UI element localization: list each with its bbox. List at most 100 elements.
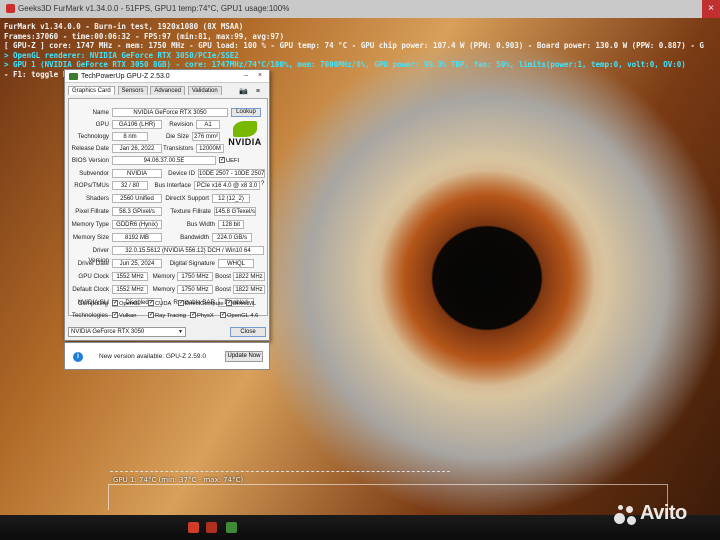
directml-checkbox[interactable]: ✓DirectML: [226, 299, 256, 309]
ray-tracing-label: Ray Tracing: [155, 313, 186, 319]
directx-label: DirectX Support: [165, 195, 209, 202]
tab-validation[interactable]: Validation: [187, 86, 222, 95]
bus-interface-value: PCIe x16 4.0 @ x8 3.0: [194, 181, 260, 190]
default-clock-boost-value: 1822 MHz: [233, 285, 265, 294]
driver-date-value: Jun 25, 2024: [112, 259, 162, 268]
checkbox-checked-icon: ✓: [178, 300, 185, 307]
pixel-fillrate-value: 58.3 GPixel/s: [112, 207, 162, 216]
physx-checkbox[interactable]: ✓PhysX: [190, 311, 214, 321]
uefi-label: UEFI: [226, 158, 240, 164]
vulkan-checkbox[interactable]: ✓Vulkan: [112, 311, 137, 321]
features-panel: Computing ✓OpenCL ✓CUDA ✓DirectCompute ✓…: [68, 296, 268, 324]
default-clock-label: Default Clock: [72, 286, 109, 293]
device-id-value: 10DE 2507 - 10DE 2507: [198, 169, 265, 178]
ray-tracing-checkbox[interactable]: ✓Ray Tracing: [148, 311, 186, 321]
furmark-titlebar[interactable]: Geeks3D FurMark v1.34.0.0 - 51FPS, GPU1 …: [0, 0, 720, 18]
directcompute-checkbox[interactable]: ✓DirectCompute: [178, 299, 224, 309]
bios-version-label: BIOS Version: [71, 157, 109, 164]
physx-label: PhysX: [197, 313, 214, 319]
directml-label: DirectML: [233, 301, 257, 307]
overlay-line: [ GPU-Z ] core: 1747 MHz - mem: 1750 MHz…: [4, 41, 704, 50]
tab-sensors[interactable]: Sensors: [117, 86, 148, 95]
checkbox-checked-icon: ✓: [220, 312, 227, 319]
gpu-clock-memory-label: Memory: [152, 273, 175, 280]
window-controls[interactable]: – ×: [244, 72, 266, 79]
transistors-value: 12000M: [196, 144, 224, 153]
directx-value: 12 (12_2): [212, 194, 250, 203]
revision-value: A1: [196, 120, 220, 129]
bus-width-value: 128 bit: [218, 220, 244, 229]
bus-interface-label: Bus Interface: [154, 182, 191, 189]
furmark-app-icon: [6, 4, 15, 13]
update-notification: i New version available: GPU-Z 2.59.0 Up…: [64, 342, 270, 370]
gpuz-titlebar[interactable]: TechPowerUp GPU-Z 2.53.0 – ×: [65, 70, 269, 83]
gpu-clock-boost-value: 1822 MHz: [233, 272, 265, 281]
cuda-label: CUDA: [155, 301, 172, 307]
temperature-graph-label: GPU 1: 74°C (min: 37°C - max: 74°C): [113, 476, 244, 484]
gpu-label: GPU: [95, 121, 109, 128]
nvidia-logo: NVIDIA: [225, 120, 265, 154]
tab-advanced[interactable]: Advanced: [150, 86, 186, 95]
close-button[interactable]: Close: [230, 327, 266, 337]
default-clock-value: 1552 MHz: [112, 285, 148, 294]
overlay-line: FurMark v1.34.0.0 - Burn-in test, 1920x1…: [4, 22, 244, 31]
gpuz-footer: NVIDIA GeForce RTX 3050 ▼ Close: [68, 326, 268, 339]
checkbox-checked-icon: ✓: [219, 157, 226, 164]
technology-label: Technology: [77, 133, 109, 140]
overlay-line: > OpenGL renderer: NVIDIA GeForce RTX 30…: [4, 50, 239, 60]
release-date-label: Release Date: [71, 145, 110, 152]
gpu-clock-boost-label: Boost: [215, 273, 231, 280]
default-clock-memory-value: 1750 MHz: [177, 285, 213, 294]
checkbox-checked-icon: ✓: [112, 300, 119, 307]
lookup-button[interactable]: Lookup: [231, 108, 261, 117]
die-size-value: 276 mm²: [192, 132, 220, 141]
gpu-clock-label: GPU Clock: [78, 273, 109, 280]
gpu-select-dropdown[interactable]: NVIDIA GeForce RTX 3050 ▼: [68, 327, 186, 337]
close-icon[interactable]: ×: [702, 0, 720, 18]
gpuz-tab-bar: Graphics Card Sensors Advanced Validatio…: [65, 83, 269, 97]
furmark-render-canvas: Geeks3D FurMark v1.34.0.0 - 51FPS, GPU1 …: [0, 0, 720, 540]
overlay-line: Frames:37060 - time:00:06:32 - FPS:97 (m…: [4, 31, 284, 41]
subvendor-label: Subvendor: [79, 170, 109, 177]
nvidia-logo-text: NVIDIA: [228, 137, 262, 147]
rops-tmus-value: 32 / 80: [112, 181, 148, 190]
memory-type-label: Memory Type: [71, 221, 109, 228]
gpuz-taskbar-icon[interactable]: [226, 522, 237, 533]
cuda-checkbox[interactable]: ✓CUDA: [148, 299, 171, 309]
memory-size-label: Memory Size: [72, 234, 109, 241]
driver-version-value: 32.0.15.5612 (NVIDIA 556.12) DCH / Win10…: [112, 246, 264, 255]
app-taskbar-icon[interactable]: [206, 522, 217, 533]
technologies-label: Technologies: [71, 312, 108, 319]
info-icon: i: [73, 352, 83, 362]
gpuz-app-icon: [69, 73, 78, 80]
shaders-label: Shaders: [85, 195, 109, 202]
bandwidth-value: 224.0 GB/s: [212, 233, 252, 242]
default-clock-memory-label: Memory: [152, 286, 175, 293]
shaders-value: 2560 Unified: [112, 194, 162, 203]
update-now-button[interactable]: Update Now: [225, 351, 263, 362]
screenshot-menu-icons[interactable]: 📷 ≡: [239, 87, 263, 95]
opencl-checkbox[interactable]: ✓OpenCL: [112, 299, 141, 309]
uefi-checkbox[interactable]: ✓UEFI: [219, 156, 239, 166]
opengl-checkbox[interactable]: ✓OpenGL 4.6: [220, 311, 258, 321]
release-date-value: Jan 26, 2022: [112, 144, 162, 153]
texture-fillrate-label: Texture Fillrate: [170, 208, 211, 215]
opengl-label: OpenGL 4.6: [227, 313, 259, 319]
help-icon[interactable]: ?: [261, 181, 264, 187]
furmark-taskbar-icon[interactable]: [188, 522, 199, 533]
update-message: New version available: GPU-Z 2.59.0: [99, 353, 206, 360]
computing-label: Computing: [78, 300, 108, 307]
digital-signature-value: WHQL: [218, 259, 254, 268]
avito-logo-icon: [614, 505, 638, 525]
checkbox-checked-icon: ✓: [226, 300, 233, 307]
tab-graphics-card[interactable]: Graphics Card: [68, 86, 115, 95]
name-label: Name: [92, 109, 109, 116]
chevron-down-icon: ▼: [178, 329, 183, 335]
gpu-clock-memory-value: 1750 MHz: [177, 272, 213, 281]
device-id-label: Device ID: [168, 170, 195, 177]
checkbox-checked-icon: ✓: [112, 312, 119, 319]
temperature-graph-frame: [108, 484, 668, 510]
subvendor-value: NVIDIA: [112, 169, 162, 178]
memory-size-value: 8192 MB: [112, 233, 162, 242]
bus-width-label: Bus Width: [186, 221, 215, 228]
